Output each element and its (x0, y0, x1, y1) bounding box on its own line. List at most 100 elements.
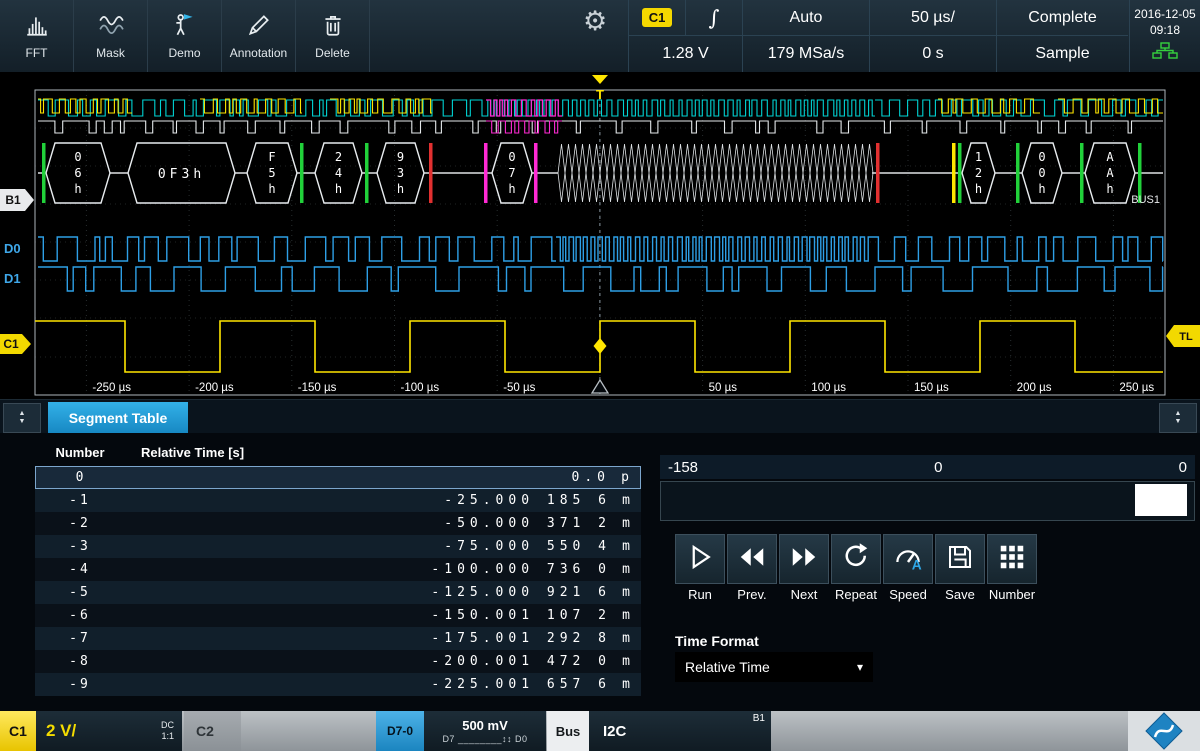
bus-frame-value: 1 (975, 150, 982, 164)
bus-frame-value: 0F3h (158, 167, 205, 182)
speed-button[interactable]: A (883, 534, 933, 584)
bus-frame-value: h (74, 182, 81, 196)
time-axis-label: -50 µs (503, 382, 535, 394)
waveform-display[interactable]: 06h0F3hF5h24h93h07h12h00hAAh-250 µs -200 … (0, 72, 1200, 399)
segment-range-readout: -158 0 0 (660, 455, 1195, 479)
fast-forward-icon (789, 542, 819, 577)
bus-marker-bar (952, 143, 956, 203)
bus-protocol: I2C (603, 722, 627, 740)
prev-button[interactable] (727, 534, 777, 584)
demo-label: Demo (168, 46, 201, 60)
bus-frame-value: A (1106, 166, 1114, 180)
tab-scroll-left-button[interactable]: ▲ ▼ (3, 403, 41, 433)
tab-segment-table[interactable]: Segment Table (48, 402, 188, 434)
table-row[interactable]: -9 -225.001 657 6m (35, 673, 641, 696)
column-header-number: Number (55, 445, 105, 460)
c1-tab: C1 (0, 711, 36, 751)
chevron-down-icon: ▾ (856, 660, 863, 674)
tab-scroll-right-button[interactable]: ▲ ▼ (1159, 403, 1197, 433)
demo-button[interactable]: Demo (148, 0, 222, 72)
sample-rate-cell[interactable]: 179 MSa/s (742, 36, 869, 72)
bus-marker-bar (876, 143, 880, 203)
number-button[interactable] (987, 534, 1037, 584)
result-tabbar: ▲ ▼ Segment Table ▲ ▼ (0, 399, 1200, 434)
segment-table-rows: 0 0.0 p -1 -25.000 185 6 m -2 -50.000 371 2 m -3-… (35, 466, 641, 696)
arrow-down-icon: ▼ (1174, 418, 1182, 425)
bus-frame-value: 2 (335, 150, 342, 164)
settings-gear-icon[interactable]: ⚙ (583, 8, 607, 35)
trigger-slope-cell[interactable]: ∫ (685, 0, 742, 36)
trigger-level-cell[interactable]: 1.28 V (628, 36, 742, 72)
table-row[interactable]: -4 -100.000 736 0m (35, 558, 641, 581)
d70-scale: 500 mV (462, 718, 508, 733)
trigger-marker-icon (592, 75, 608, 84)
table-row[interactable]: -3 -75.000 550 4m (35, 535, 641, 558)
segment-table-header: Number Relative Time [s] (35, 445, 244, 460)
annotation-pencil-icon (246, 12, 272, 41)
c1-panel: 2 V/ DC 1:1 (36, 711, 182, 751)
bus-frame-value: 0 (508, 150, 515, 164)
bus-frame-value: h (508, 182, 515, 196)
network-icon (1130, 42, 1200, 64)
bus-frame-value: h (335, 182, 342, 196)
table-row[interactable]: -5 -125.000 921 6m (35, 581, 641, 604)
rewind-icon (737, 542, 767, 577)
arrow-up-icon: ▲ (18, 409, 26, 417)
rs-logo (1128, 711, 1200, 751)
next-button[interactable] (779, 534, 829, 584)
playback-controls: Run Prev. Next Repeat A Speed Save Numbe… (675, 534, 1037, 602)
horizontal-position-cell[interactable]: 0 s (869, 36, 996, 72)
bus-frame-value: 6 (74, 166, 81, 180)
time-axis-label: 200 µs (1017, 382, 1052, 394)
bus-assigned: B1 (752, 713, 765, 724)
fft-icon (24, 12, 50, 41)
grid-icon (997, 542, 1027, 577)
acquisition-mode-cell[interactable]: Sample (996, 36, 1128, 72)
annotation-button[interactable]: Annotation (222, 0, 296, 72)
loop-icon (841, 542, 871, 577)
d1-channel-label: D1 (4, 271, 21, 286)
table-row[interactable]: -7 -175.001 292 8m (35, 627, 641, 650)
table-row[interactable]: -1 -25.000 185 6m (35, 489, 641, 512)
mask-button[interactable]: Mask (74, 0, 148, 72)
bus-marker-bar (429, 143, 433, 203)
bus-marker-bar (365, 143, 369, 203)
demo-icon (172, 12, 198, 41)
table-row[interactable]: -2 -50.000 371 2m (35, 512, 641, 535)
table-row[interactable]: 0 0.0 p (35, 466, 641, 489)
bus-panel: I2C B1 (589, 711, 771, 751)
timebase-cell[interactable]: 50 µs/ (869, 0, 996, 36)
run-label: Run (688, 587, 712, 602)
trigger-mode-cell[interactable]: Auto (742, 0, 869, 36)
segment-scrollbar[interactable] (660, 481, 1195, 521)
bus-frame-value: 0 (1038, 150, 1045, 164)
acquisition-state-cell[interactable]: Complete (996, 0, 1128, 36)
speed-label: Speed (889, 587, 927, 602)
arrow-down-icon: ▼ (18, 418, 26, 425)
channel-c2-widget[interactable]: C2 (184, 711, 241, 751)
time-format-dropdown[interactable]: Relative Time ▾ (675, 652, 873, 682)
mask-icon (98, 12, 124, 41)
range-current: 0 (934, 458, 943, 476)
fft-button[interactable]: FFT (0, 0, 74, 72)
datetime-display: 2016-12-05 09:18 (1129, 0, 1200, 72)
slope-icon: ∫ (708, 5, 720, 30)
trigger-source-cell[interactable]: C1 (628, 0, 685, 36)
bus-frame-value: 3 (397, 166, 404, 180)
table-row[interactable]: -8 -200.001 472 0m (35, 650, 641, 673)
time-text: 09:18 (1149, 22, 1181, 37)
trash-icon (320, 12, 346, 41)
run-button[interactable] (675, 534, 725, 584)
date-text: 2016-12-05 (1134, 7, 1196, 21)
channel-c1-widget[interactable]: C1 2 V/ DC 1:1 (0, 711, 182, 751)
repeat-button[interactable] (831, 534, 881, 584)
bus-frame-value: h (268, 182, 275, 196)
digital-d70-widget[interactable]: D7-0 500 mV D7 ________↕↕ D0 (376, 711, 546, 751)
scrollbar-handle[interactable] (1135, 484, 1187, 516)
bus-frame-value: h (975, 182, 982, 196)
table-row[interactable]: -6 -150.001 107 2m (35, 604, 641, 627)
bus-widget[interactable]: Bus I2C B1 (547, 711, 771, 751)
save-button[interactable] (935, 534, 985, 584)
delete-button[interactable]: Delete (296, 0, 370, 72)
arrow-up-icon: ▲ (1174, 409, 1182, 417)
